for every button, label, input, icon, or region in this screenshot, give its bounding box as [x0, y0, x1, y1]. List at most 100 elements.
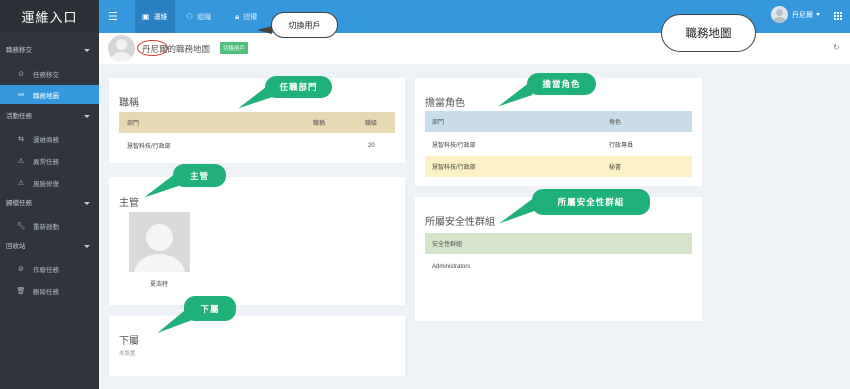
supervisor-photo[interactable] [129, 212, 190, 272]
table-row: Administrators [425, 256, 692, 277]
caret-down-icon [816, 13, 820, 16]
sidebar-item-label: 職務地圖 [33, 92, 59, 100]
callout-text: 任職部門 [279, 82, 318, 92]
tab-label: 運維 [153, 13, 168, 21]
sidebar-item-ops-business[interactable]: ⇆ 運維商務 [0, 129, 99, 148]
trash-icon: 🗑︎ [16, 287, 26, 295]
target-icon: ⊙ [18, 70, 24, 78]
callout-text: 擔當角色 [542, 79, 581, 89]
column-header: 職級 [365, 121, 378, 127]
refresh-icon[interactable]: ↻ [833, 43, 840, 52]
sidebar-group-recycle[interactable]: 回收站 [0, 238, 99, 256]
supervisor-name[interactable]: 夏浩特 [150, 279, 168, 288]
callout-tail [257, 26, 272, 34]
security-group-panel: 所屬安全性群組 安全性群組 Administrators [415, 197, 702, 321]
main-content: 丹尼爾的職務地圖 切換用戶 ↻ 職稱 部門 職稱 職級 慧智科技/行政部 20 … [99, 33, 850, 389]
sidebar-item-void-tasks[interactable]: ⊘ 作廢任務 [0, 259, 99, 278]
sidebar-item-label: 風險修復 [33, 180, 59, 188]
table-cell: 秘書 [609, 165, 622, 171]
switch-user-callout: 切換用戶 [271, 12, 338, 38]
table-cell: 慧智科技/行政部 [127, 144, 171, 150]
panel-title: 職稱 [119, 98, 139, 109]
department-callout: 任職部門 [265, 76, 332, 98]
tab-label: 組織 [197, 13, 212, 21]
sidebar-group-transfer[interactable]: 職務移交 [0, 42, 99, 60]
sidebar-item-label: 重新啟動 [33, 223, 59, 231]
hamburger-menu-icon[interactable]: ☰ [108, 10, 118, 23]
sidebar-item-label: 任務移交 [33, 71, 59, 79]
callout-text: 切換用戶 [288, 20, 321, 30]
switch-user-button[interactable]: 切換用戶 [220, 42, 249, 54]
highlight-circle [137, 40, 168, 56]
sidebar: 運維入口 職務移交 ⊙ 任務移交 ⚯ 職務地圖 活動任務 ⇆ 運維商務 ⚠ 異常任務 ⚠… [0, 0, 99, 389]
sidebar-group-archive[interactable]: 歸檔任務 [0, 195, 99, 213]
callout-text: 所屬安全性群組 [557, 197, 625, 207]
tab-ops[interactable]: ▣ 運維 [135, 0, 175, 33]
column-header: 角色 [609, 120, 622, 126]
avatar [771, 6, 788, 23]
column-header: 部門 [127, 121, 140, 127]
user-menu[interactable]: 丹尼爾 [771, 6, 820, 23]
panel-title: 所屬安全性群組 [425, 217, 495, 228]
roles-callout: 擔當角色 [527, 73, 596, 95]
caret-down-icon [84, 115, 90, 118]
subordinate-callout: 下屬 [184, 296, 236, 321]
sidebar-item-delete-tasks[interactable]: 🗑︎ 刪除任務 [0, 281, 99, 300]
sidebar-item-job-map[interactable]: ⚯ 職務地圖 [0, 85, 99, 104]
sidebar-item-exception-tasks[interactable]: ⚠ 異常任務 [0, 151, 99, 170]
security-group-callout: 所屬安全性群組 [532, 189, 650, 215]
warning-icon: ⚠ [17, 157, 25, 165]
sidebar-item-task-transfer[interactable]: ⊙ 任務移交 [0, 64, 99, 83]
callout-text: 下屬 [200, 303, 220, 314]
tab-label: 授權 [243, 13, 258, 21]
dashboard-icon: ▣ [142, 12, 150, 21]
table-cell: 慧智科技/行政部 [432, 143, 476, 149]
panel-title: 主管 [119, 198, 139, 209]
caret-down-icon [84, 245, 90, 248]
table-cell: Administrators [432, 263, 471, 270]
job-map-callout: 職務地圖 [661, 14, 756, 52]
user-name: 丹尼爾 [792, 11, 813, 19]
tab-organization[interactable]: ⚇ 組織 [186, 0, 211, 33]
sidebar-item-restart[interactable]: 🔧︎ 重新啟動 [0, 216, 99, 235]
panel-title: 擔當角色 [425, 98, 465, 109]
sidebar-item-label: 刪除任務 [33, 288, 59, 296]
sitemap-icon: ⚯ [18, 91, 24, 99]
callout-text: 主管 [189, 170, 209, 181]
lock-icon: 🔒︎ [235, 11, 240, 21]
sidebar-item-label: 作廢任務 [33, 266, 59, 274]
caret-down-icon [84, 202, 90, 205]
sidebar-item-risk-repair[interactable]: ⚠ 風險修復 [0, 173, 99, 192]
column-header: 安全性群組 [432, 242, 463, 248]
warning-icon: ⚠ [17, 179, 25, 187]
callout-text: 職務地圖 [685, 28, 732, 40]
sidebar-group-active[interactable]: 活動任務 [0, 108, 99, 126]
table-row: 慧智科技/行政部 秘書 [425, 156, 692, 177]
apps-grid-icon[interactable] [834, 12, 842, 20]
subordinate-panel: 下屬 未設置 [109, 316, 405, 376]
avatar [108, 35, 135, 62]
sidebar-group-label: 活動任務 [6, 113, 32, 120]
supervisor-callout: 主管 [173, 164, 226, 187]
table-cell: 20 [368, 142, 375, 149]
table-row: 慧智科技/行政部 行政專員 [425, 134, 692, 155]
ban-icon: ⊘ [18, 265, 24, 273]
sidebar-group-label: 歸檔任務 [6, 200, 32, 207]
table-cell: 行政專員 [609, 143, 634, 149]
users-icon: ⚇ [186, 12, 194, 21]
table-header: 部門 職稱 職級 [119, 112, 395, 133]
sidebar-group-label: 回收站 [6, 243, 26, 250]
tab-authorization[interactable]: 🔒︎ 授權 [235, 0, 257, 33]
column-header: 職稱 [313, 121, 326, 127]
brand-title[interactable]: 運維入口 [0, 0, 99, 33]
sidebar-group-label: 職務移交 [6, 47, 32, 54]
column-header: 部門 [432, 120, 445, 126]
panel-title: 下屬 [119, 336, 139, 347]
caret-down-icon [84, 49, 90, 52]
sidebar-item-label: 運維商務 [33, 136, 59, 144]
shuffle-icon: ⇆ [18, 135, 24, 143]
table-cell: 慧智科技/行政部 [432, 165, 476, 171]
table-header: 安全性群組 [425, 233, 692, 254]
empty-text: 未設置 [119, 351, 136, 357]
table-header: 部門 角色 [425, 111, 692, 132]
